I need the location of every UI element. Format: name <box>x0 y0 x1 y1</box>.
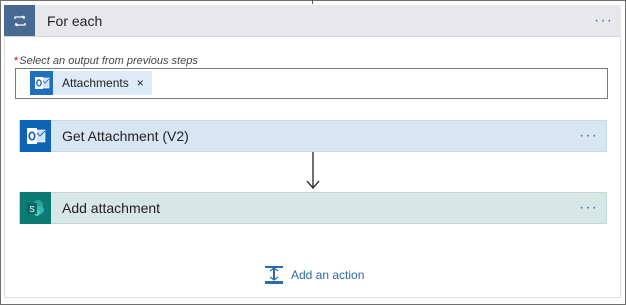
action-title: Get Attachment (V2) <box>62 128 189 144</box>
output-field-label: *Select an output from previous steps <box>14 55 198 67</box>
for-each-title: For each <box>47 12 103 29</box>
action-add-attachment[interactable]: S Add attachment ··· <box>19 192 607 224</box>
for-each-header[interactable]: For each ··· <box>4 5 621 37</box>
more-options-icon[interactable]: ··· <box>579 200 598 216</box>
attachments-token[interactable]: Attachments × <box>30 71 152 95</box>
down-arrow-icon <box>306 152 320 190</box>
output-select-input[interactable]: Attachments × <box>15 68 608 99</box>
outlook-icon <box>20 120 51 152</box>
action-title: Add attachment <box>62 200 161 216</box>
remove-token-icon[interactable]: × <box>137 76 144 90</box>
add-action-icon <box>265 266 283 284</box>
add-action-label: Add an action <box>291 268 365 282</box>
loop-icon <box>4 5 35 36</box>
action-get-attachment[interactable]: Get Attachment (V2) ··· <box>19 120 607 152</box>
svg-text:S: S <box>29 205 34 214</box>
flow-connector <box>312 0 313 4</box>
more-options-icon[interactable]: ··· <box>594 12 613 29</box>
more-options-icon[interactable]: ··· <box>579 128 598 144</box>
add-action-button[interactable]: Add an action <box>264 265 364 285</box>
outlook-icon <box>30 71 53 95</box>
required-asterisk: * <box>14 55 19 67</box>
token-label: Attachments <box>62 76 129 90</box>
sharepoint-icon: S <box>20 192 51 224</box>
output-field-label-text: Select an output from previous steps <box>19 55 198 67</box>
